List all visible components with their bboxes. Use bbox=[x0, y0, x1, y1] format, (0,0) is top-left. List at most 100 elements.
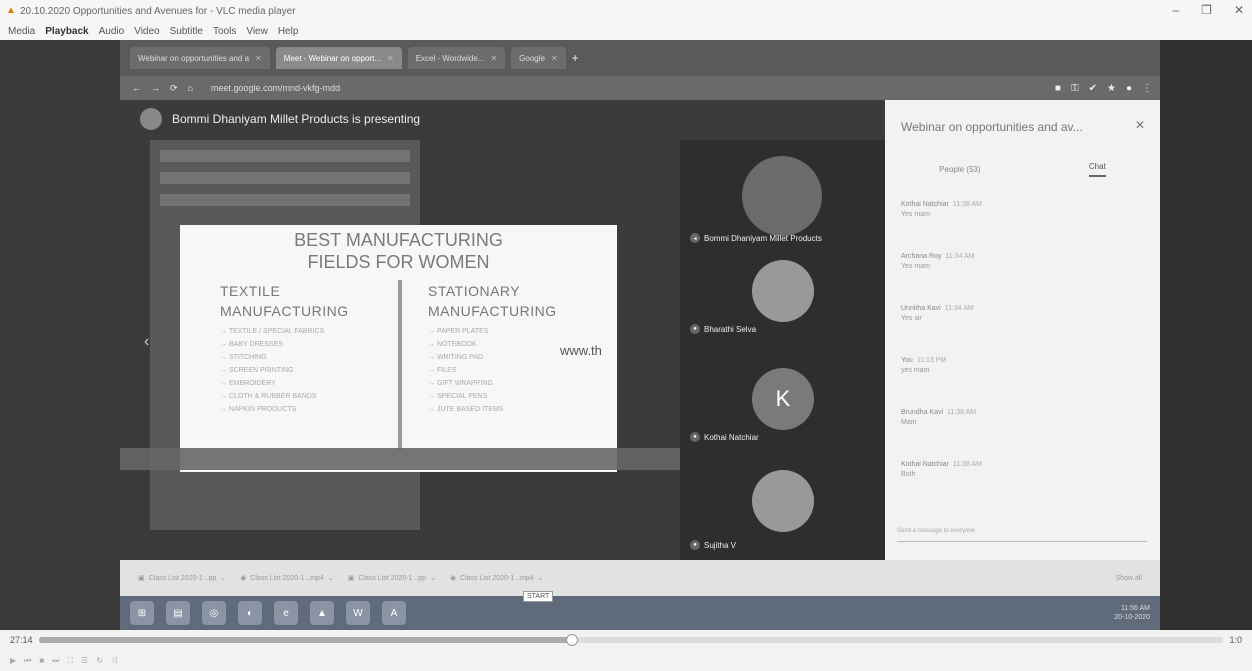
restore-icon[interactable]: ❐ bbox=[1201, 3, 1212, 17]
home-icon[interactable]: ⌂ bbox=[188, 83, 193, 93]
presentation-slide: BEST MANUFACTURING FIELDS FOR WOMEN TEXT… bbox=[180, 225, 617, 472]
menu-playback[interactable]: Playback bbox=[45, 26, 88, 37]
participant-name: ● Kothai Natchiar bbox=[690, 432, 759, 442]
window-title: 20.10.2020 Opportunities and Avenues for… bbox=[20, 5, 296, 17]
slide-watermark: www.th bbox=[560, 343, 602, 358]
play-icon[interactable]: ▶ bbox=[10, 656, 16, 665]
tab-chat[interactable]: Chat bbox=[1088, 162, 1106, 177]
seek-slider[interactable] bbox=[38, 634, 1224, 646]
download-item[interactable]: ◉ Class List 2020-1 ..mp4 ⌄ bbox=[240, 574, 334, 583]
browser-extension-icons: ■ ⚿ ✔ ★ ● ⋮ bbox=[1055, 76, 1152, 100]
acrobat-icon[interactable]: A bbox=[382, 601, 406, 625]
browser-tab[interactable]: Meet - Webinar on opport... ✕ bbox=[275, 47, 402, 69]
menu-media[interactable]: Media bbox=[8, 26, 35, 37]
word-icon[interactable]: W bbox=[346, 601, 370, 625]
seek-progress bbox=[38, 637, 572, 643]
participant-tile[interactable]: ● Bharathi Selva bbox=[680, 260, 885, 365]
total-time: 1:0 bbox=[1229, 635, 1242, 645]
close-icon[interactable]: ✕ bbox=[1135, 118, 1145, 132]
prev-icon[interactable]: ⏮ bbox=[24, 656, 31, 666]
participant-tile[interactable]: K ● Kothai Natchiar bbox=[680, 368, 885, 473]
left-column-heading: MANUFACTURING bbox=[220, 303, 349, 319]
check-icon[interactable]: ✔ bbox=[1089, 83, 1097, 94]
star-icon[interactable]: ★ bbox=[1107, 83, 1116, 94]
download-item[interactable]: ▣ Class List 2020-1 ..pp ⌄ bbox=[348, 574, 436, 583]
avatar bbox=[752, 470, 814, 532]
vlc-menu-bar: Media Playback Audio Video Subtitle Tool… bbox=[0, 22, 1252, 40]
ie-icon[interactable]: e bbox=[274, 601, 298, 625]
tray-time: 11:56 AM bbox=[1120, 605, 1150, 612]
mic-icon: ● bbox=[690, 324, 700, 334]
show-all-button[interactable]: Show all bbox=[1116, 575, 1142, 582]
list-item: → JUTE BASED ITEMS bbox=[428, 406, 504, 413]
tab-label: Google bbox=[519, 53, 545, 63]
close-icon[interactable]: ✕ bbox=[387, 54, 394, 63]
playlist-icon[interactable]: ☰ bbox=[81, 656, 88, 665]
camera-icon[interactable]: ■ bbox=[1055, 83, 1061, 94]
profile-icon[interactable]: ● bbox=[1126, 83, 1132, 94]
next-icon[interactable]: ⏭ bbox=[52, 656, 59, 666]
menu-view[interactable]: View bbox=[246, 26, 268, 37]
downloads-bar: ▣ Class List 2020-1 ..pp ⌄ ◉ Class List 202… bbox=[120, 560, 1160, 596]
vlc-icon[interactable]: ▲ bbox=[310, 601, 334, 625]
chat-message: Archana Roy 11:34 AM Yes mam bbox=[901, 253, 975, 270]
close-icon[interactable]: ✕ bbox=[490, 54, 497, 63]
chrome-icon[interactable]: ◐ bbox=[238, 601, 262, 625]
menu-subtitle[interactable]: Subtitle bbox=[170, 26, 203, 37]
menu-video[interactable]: Video bbox=[134, 26, 159, 37]
key-icon[interactable]: ⚿ bbox=[1071, 83, 1079, 94]
close-icon[interactable]: ✕ bbox=[551, 54, 558, 63]
chevron-left-icon[interactable]: ‹ bbox=[144, 333, 149, 351]
url-field[interactable]: meet.google.com/mnd-vkfg-mdd bbox=[211, 83, 340, 93]
meet-main-area: Bommi Dhaniyam Millet Products is presen… bbox=[120, 100, 885, 560]
minimize-icon[interactable]: – bbox=[1172, 3, 1179, 17]
close-icon[interactable]: ✕ bbox=[255, 54, 262, 63]
download-item[interactable]: ▣ Class List 2020-1 ..pp ⌄ bbox=[138, 574, 226, 583]
presenting-text: Bommi Dhaniyam Millet Products is presen… bbox=[172, 112, 421, 126]
shuffle-icon[interactable]: ⤨ bbox=[111, 656, 117, 666]
avatar bbox=[752, 260, 814, 322]
slide-title: BEST MANUFACTURING FIELDS FOR WOMEN bbox=[180, 229, 617, 273]
mic-icon: ◂ bbox=[690, 233, 700, 243]
system-tray[interactable]: 11:56 AM 20-10-2020 bbox=[1114, 604, 1150, 622]
new-tab-icon[interactable]: + bbox=[572, 51, 579, 65]
participant-tile[interactable]: ◂ Bommi Dhaniyam Millet Products bbox=[680, 150, 885, 255]
vlc-controls: ▶ ⏮ ■ ⏭ ⛶ ☰ ↻ ⤨ bbox=[0, 650, 1252, 671]
seek-handle[interactable] bbox=[565, 634, 578, 646]
loop-icon[interactable]: ↻ bbox=[96, 656, 103, 665]
menu-tools[interactable]: Tools bbox=[213, 26, 236, 37]
media-icon[interactable]: ◎ bbox=[202, 601, 226, 625]
participant-name: ● Sujitha V bbox=[690, 540, 736, 550]
shared-screen-taskbar bbox=[120, 448, 680, 470]
reload-icon[interactable]: ⟳ bbox=[170, 83, 178, 94]
tab-label: Excel - Wordwide... bbox=[415, 53, 485, 63]
tray-date: 20-10-2020 bbox=[1114, 614, 1150, 621]
presenter-avatar bbox=[140, 108, 162, 130]
slide-title-line: FIELDS FOR WOMEN bbox=[307, 252, 490, 272]
forward-icon[interactable]: → bbox=[151, 83, 160, 93]
fullscreen-icon[interactable]: ⛶ bbox=[67, 656, 73, 666]
menu-help[interactable]: Help bbox=[278, 26, 299, 37]
browser-address-bar: ← → ⟳ ⌂ meet.google.com/mnd-vkfg-mdd ■ ⚿… bbox=[120, 76, 1160, 100]
list-item: → FILES bbox=[428, 367, 457, 374]
download-item[interactable]: ◉ Class List 2020-1 ..mp4 ⌄ bbox=[450, 574, 544, 583]
back-icon[interactable]: ← bbox=[132, 83, 141, 93]
folder-icon[interactable]: ▤ bbox=[166, 601, 190, 625]
chat-input[interactable]: Send a message to everyone bbox=[897, 528, 1147, 542]
tab-people[interactable]: People (53) bbox=[939, 165, 980, 174]
video-letterbox-right bbox=[1160, 40, 1252, 630]
menu-dots-icon[interactable]: ⋮ bbox=[1142, 83, 1152, 94]
stop-icon[interactable]: ■ bbox=[39, 656, 44, 665]
column-divider bbox=[398, 280, 402, 450]
list-item: → WRITING PAD bbox=[428, 354, 484, 361]
menu-audio[interactable]: Audio bbox=[99, 26, 125, 37]
right-column-heading: MANUFACTURING bbox=[428, 303, 557, 319]
mic-icon: ● bbox=[690, 540, 700, 550]
browser-tab[interactable]: Excel - Wordwide... ✕ bbox=[407, 47, 506, 69]
video-frame[interactable]: Webinar on opportunities and a ✕ Meet - W… bbox=[0, 40, 1252, 630]
start-icon[interactable]: ⊞ bbox=[130, 601, 154, 625]
close-icon[interactable]: ✕ bbox=[1234, 3, 1244, 17]
browser-tab[interactable]: Webinar on opportunities and a ✕ bbox=[130, 47, 270, 69]
browser-tab[interactable]: Google ✕ bbox=[511, 47, 566, 69]
list-item: → EMBROIDERY bbox=[220, 380, 276, 387]
